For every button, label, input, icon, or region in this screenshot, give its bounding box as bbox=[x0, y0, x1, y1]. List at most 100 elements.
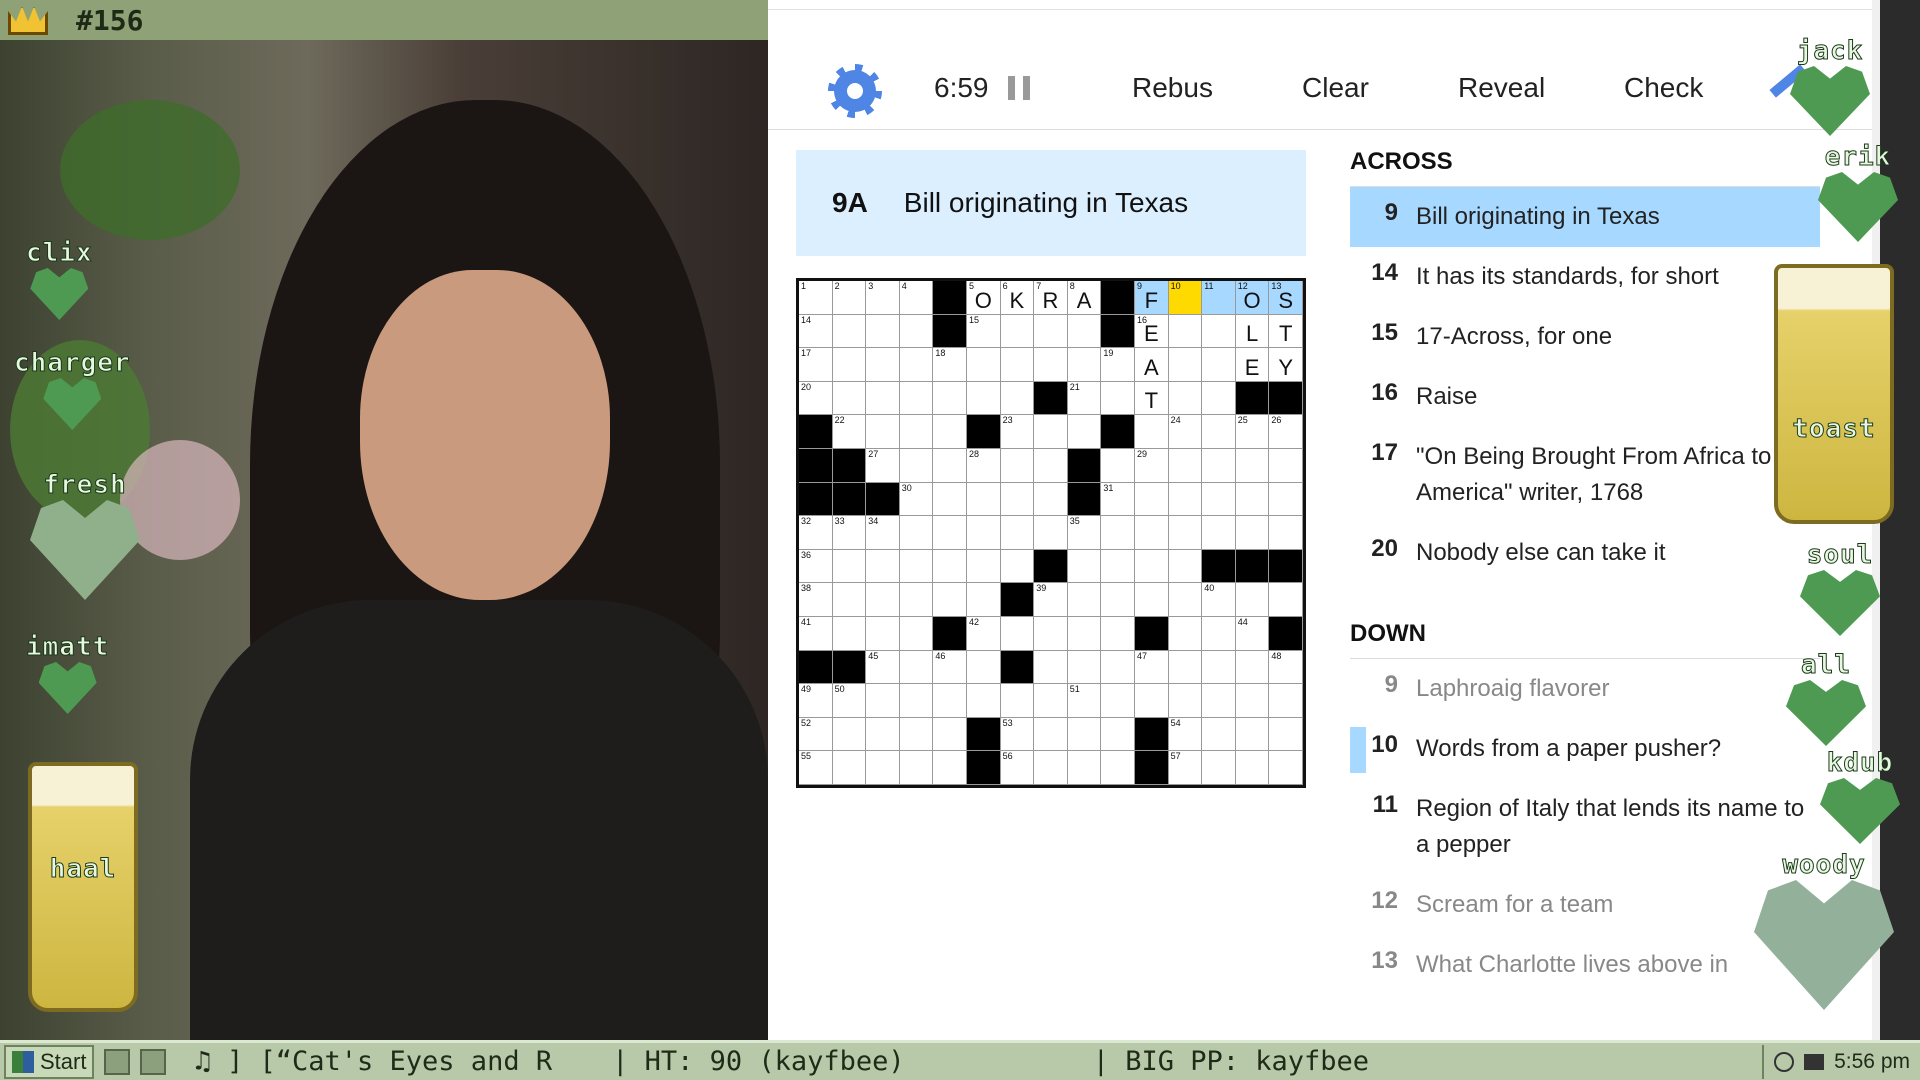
grid-cell[interactable] bbox=[832, 583, 867, 617]
rebus-button[interactable]: Rebus bbox=[1132, 72, 1213, 104]
grid-cell[interactable] bbox=[866, 549, 900, 584]
grid-cell[interactable] bbox=[1168, 549, 1203, 584]
grid-cell[interactable] bbox=[933, 516, 967, 550]
grid-cell[interactable] bbox=[1235, 650, 1270, 685]
grid-cell[interactable] bbox=[1000, 482, 1035, 517]
grid-cell[interactable] bbox=[1269, 448, 1303, 483]
grid-cell[interactable] bbox=[832, 751, 867, 785]
grid-cell[interactable] bbox=[1134, 684, 1169, 718]
grid-cell[interactable] bbox=[1034, 684, 1068, 718]
grid-cell[interactable]: 35 bbox=[1067, 516, 1102, 550]
grid-cell[interactable] bbox=[1202, 415, 1236, 449]
grid-cell[interactable] bbox=[1202, 717, 1236, 752]
grid-cell[interactable] bbox=[933, 717, 967, 752]
grid-cell[interactable] bbox=[832, 717, 867, 752]
grid-cell[interactable] bbox=[1034, 482, 1068, 517]
down-clue[interactable]: 10 Words from a paper pusher? bbox=[1350, 719, 1820, 779]
grid-cell[interactable] bbox=[1202, 616, 1236, 651]
grid-cell[interactable] bbox=[1101, 583, 1135, 617]
grid-cell[interactable] bbox=[933, 684, 967, 718]
grid-cell[interactable]: 12 O bbox=[1235, 281, 1270, 315]
grid-cell[interactable] bbox=[899, 751, 934, 785]
grid-cell[interactable] bbox=[1269, 684, 1303, 718]
grid-cell[interactable] bbox=[933, 583, 967, 617]
grid-cell[interactable] bbox=[1202, 348, 1236, 382]
grid-cell[interactable]: T bbox=[1134, 381, 1169, 416]
grid-cell[interactable]: 27 bbox=[866, 448, 900, 483]
start-button[interactable]: Start bbox=[4, 1044, 95, 1079]
grid-cell[interactable]: 57 bbox=[1168, 751, 1203, 785]
grid-cell[interactable] bbox=[832, 549, 867, 584]
grid-cell[interactable] bbox=[899, 583, 934, 617]
grid-cell[interactable] bbox=[1202, 684, 1236, 718]
grid-cell[interactable] bbox=[1134, 482, 1169, 517]
speaker-icon[interactable] bbox=[1804, 1054, 1825, 1070]
grid-cell[interactable]: 18 bbox=[933, 348, 967, 382]
grid-cell[interactable] bbox=[1000, 381, 1035, 416]
grid-cell[interactable]: 20 bbox=[799, 381, 833, 416]
grid-cell[interactable] bbox=[1168, 448, 1203, 483]
grid-cell[interactable] bbox=[1067, 415, 1102, 449]
grid-cell[interactable]: 11 bbox=[1202, 281, 1236, 315]
grid-cell[interactable]: 26 bbox=[1269, 415, 1303, 449]
grid-cell[interactable]: 56 bbox=[1000, 751, 1035, 785]
grid-cell[interactable] bbox=[1168, 684, 1203, 718]
grid-cell[interactable] bbox=[1235, 751, 1270, 785]
grid-cell[interactable] bbox=[1168, 381, 1203, 416]
grid-cell[interactable] bbox=[1101, 516, 1135, 550]
grid-cell[interactable]: 55 bbox=[799, 751, 833, 785]
grid-cell[interactable] bbox=[1235, 717, 1270, 752]
grid-cell[interactable] bbox=[1000, 314, 1035, 349]
grid-cell[interactable] bbox=[1000, 549, 1035, 584]
grid-cell[interactable] bbox=[966, 482, 1001, 517]
grid-cell[interactable]: 48 bbox=[1269, 650, 1303, 685]
grid-cell[interactable] bbox=[866, 415, 900, 449]
grid-cell[interactable] bbox=[899, 314, 934, 349]
grid-cell[interactable]: Y bbox=[1269, 348, 1303, 382]
grid-cell[interactable] bbox=[1269, 717, 1303, 752]
grid-cell[interactable] bbox=[866, 616, 900, 651]
grid-cell[interactable] bbox=[1168, 583, 1203, 617]
grid-cell[interactable] bbox=[1101, 448, 1135, 483]
pause-icon[interactable] bbox=[1008, 76, 1030, 100]
grid-cell[interactable] bbox=[1101, 684, 1135, 718]
grid-cell[interactable] bbox=[1202, 751, 1236, 785]
grid-cell[interactable] bbox=[1067, 314, 1102, 349]
grid-cell[interactable] bbox=[899, 516, 934, 550]
grid-cell[interactable] bbox=[1101, 650, 1135, 685]
grid-cell[interactable] bbox=[866, 717, 900, 752]
grid-cell[interactable] bbox=[1134, 516, 1169, 550]
grid-cell[interactable] bbox=[866, 314, 900, 349]
grid-cell[interactable] bbox=[966, 650, 1001, 685]
grid-cell[interactable] bbox=[1067, 583, 1102, 617]
grid-cell[interactable]: 21 bbox=[1067, 381, 1102, 416]
grid-cell[interactable] bbox=[1202, 482, 1236, 517]
grid-cell[interactable]: 4 bbox=[899, 281, 934, 315]
grid-cell[interactable]: 36 bbox=[799, 549, 833, 584]
grid-cell[interactable] bbox=[1269, 516, 1303, 550]
grid-cell[interactable] bbox=[1202, 381, 1236, 416]
grid-cell[interactable] bbox=[1034, 616, 1068, 651]
grid-cell[interactable]: 10 bbox=[1168, 281, 1203, 315]
down-clue[interactable]: 11 Region of Italy that lends its name to… bbox=[1350, 779, 1820, 875]
grid-cell[interactable] bbox=[1034, 717, 1068, 752]
grid-cell[interactable] bbox=[966, 381, 1001, 416]
grid-cell[interactable] bbox=[1101, 616, 1135, 651]
across-clue[interactable]: 17 "On Being Brought From Africa to Ameri… bbox=[1350, 427, 1820, 523]
grid-cell[interactable] bbox=[1000, 616, 1035, 651]
grid-cell[interactable]: 46 bbox=[933, 650, 967, 685]
clear-button[interactable]: Clear bbox=[1302, 72, 1369, 104]
across-clue[interactable]: 21Campaign platforms, perhaps bbox=[1350, 583, 1820, 584]
grid-cell[interactable] bbox=[1168, 482, 1203, 517]
network-icon[interactable] bbox=[1774, 1052, 1795, 1072]
grid-cell[interactable] bbox=[1067, 549, 1102, 584]
grid-cell[interactable]: 22 bbox=[832, 415, 867, 449]
check-button[interactable]: Check bbox=[1624, 72, 1703, 104]
grid-cell[interactable] bbox=[899, 448, 934, 483]
grid-cell[interactable] bbox=[832, 381, 867, 416]
down-clue[interactable]: 12 Scream for a team bbox=[1350, 875, 1820, 935]
grid-cell[interactable]: L bbox=[1235, 314, 1270, 349]
grid-cell[interactable] bbox=[1101, 549, 1135, 584]
grid-cell[interactable] bbox=[1168, 348, 1203, 382]
grid-cell[interactable] bbox=[1101, 381, 1135, 416]
